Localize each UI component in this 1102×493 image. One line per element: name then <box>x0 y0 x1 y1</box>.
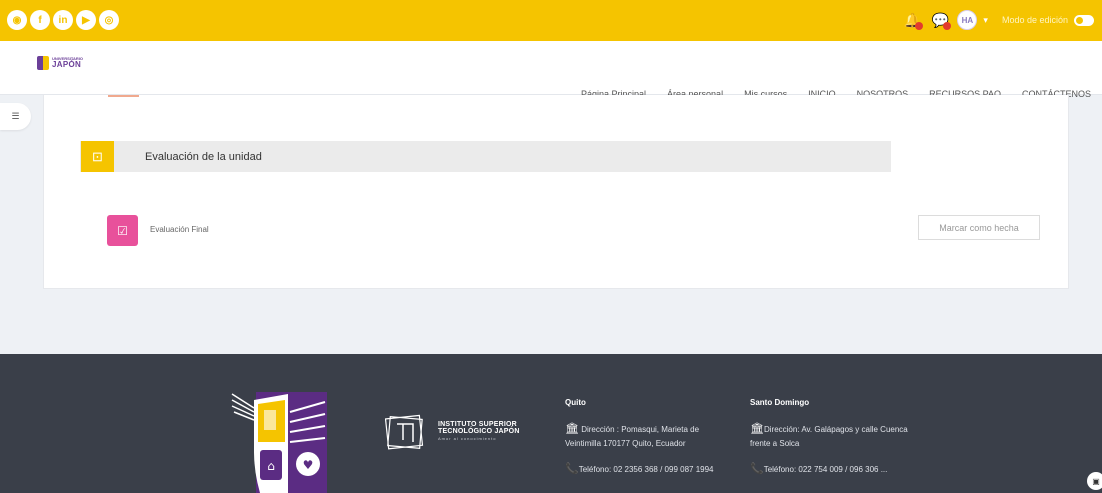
logo-line2: JAPÓN <box>52 60 82 69</box>
quito-address-text: Dirección : Pomasqui, Marieta de Veintim… <box>565 425 700 448</box>
quito-phone-text[interactable]: Teléfono: 02 2356 368 / 099 087 1994 <box>579 465 714 474</box>
globe-icon[interactable]: ◉ <box>7 10 27 30</box>
quiz-icon[interactable]: ☑ <box>107 215 138 246</box>
footer-quito-column: Quito 🏛 Dirección : Pomasqui, Marieta de… <box>565 397 735 490</box>
institute-tagline: Amor al conocimiento <box>438 436 497 441</box>
activity-link[interactable]: Evaluación Final <box>150 225 209 234</box>
building-icon: 🏛 <box>750 423 764 436</box>
institute-name-line1: INSTITUTO SUPERIOR <box>438 421 517 428</box>
santo-domingo-address: 🏛Dirección: Av. Galápagos y calle Cuenca… <box>750 422 920 449</box>
institute-name-line2: TECNOLÓGICO JAPÓN <box>438 428 520 435</box>
edit-mode-toggle[interactable] <box>1074 14 1094 26</box>
svg-text:⌂: ⌂ <box>267 459 275 473</box>
message-badge <box>943 22 952 30</box>
course-content-card <box>43 95 1069 289</box>
chevron-down-icon[interactable]: ▾ <box>983 15 988 26</box>
linkedin-icon[interactable]: in <box>53 10 73 30</box>
youtube-icon[interactable]: ▶ <box>76 10 96 30</box>
santo-domingo-phone-text[interactable]: Teléfono: 022 754 009 / 096 306 ... <box>764 465 888 474</box>
quito-title: Quito <box>565 398 586 407</box>
notification-badge <box>915 22 924 30</box>
footer-santo-domingo-column: Santo Domingo 🏛Dirección: Av. Galápagos … <box>750 397 920 490</box>
presentation-icon: ⊡ <box>81 141 114 172</box>
section-accent-line <box>108 95 139 97</box>
mark-as-done-button[interactable]: Marcar como hecha <box>918 215 1040 240</box>
list-icon: ☰ <box>11 111 20 121</box>
main-navbar <box>0 41 1102 95</box>
notifications-bell-icon[interactable]: 🔔 <box>901 9 924 31</box>
santo-domingo-address-text: Dirección: Av. Galápagos y calle Cuenca … <box>750 425 908 448</box>
svg-text:♥: ♥ <box>303 458 314 472</box>
building-icon: 🏛 <box>565 423 579 436</box>
user-avatar[interactable]: HA <box>957 10 978 30</box>
facebook-icon[interactable]: f <box>30 10 50 30</box>
social-links: ◉ f in ▶ ◎ <box>7 10 119 30</box>
quito-phone: 📞Teléfono: 02 2356 368 / 099 087 1994 <box>565 462 735 477</box>
messages-icon[interactable]: 💬 <box>929 9 952 31</box>
chat-icon[interactable]: ▣ <box>1087 472 1102 490</box>
institute-logo-icon <box>385 414 424 450</box>
phone-icon: 📞 <box>565 462 579 475</box>
phone-icon: 📞 <box>750 462 764 475</box>
university-crest-logo: ⌂ ♥ <box>230 392 327 493</box>
instagram-icon[interactable]: ◎ <box>99 10 119 30</box>
quito-address: 🏛 Dirección : Pomasqui, Marieta de Veint… <box>565 422 735 449</box>
santo-domingo-title: Santo Domingo <box>750 398 810 407</box>
santo-domingo-phone: 📞Teléfono: 022 754 009 / 096 306 ... <box>750 462 920 477</box>
drawer-toggle-button[interactable]: ☰ <box>0 103 31 130</box>
institute-name: INSTITUTO SUPERIOR TECNOLÓGICO JAPÓN Amo… <box>438 421 520 441</box>
section-title[interactable]: Evaluación de la unidad <box>145 151 262 163</box>
footer <box>0 354 1102 493</box>
logo-emblem-icon <box>37 56 49 70</box>
edit-mode-label: Modo de edición <box>1001 15 1068 25</box>
site-logo[interactable]: UNIVERSITARIO JAPÓN <box>37 56 83 70</box>
user-area: 🔔 💬 HA ▾ Modo de edición <box>901 9 1094 31</box>
top-bar: ◉ f in ▶ ◎ 🔔 💬 HA ▾ Modo de edición <box>0 0 1102 41</box>
